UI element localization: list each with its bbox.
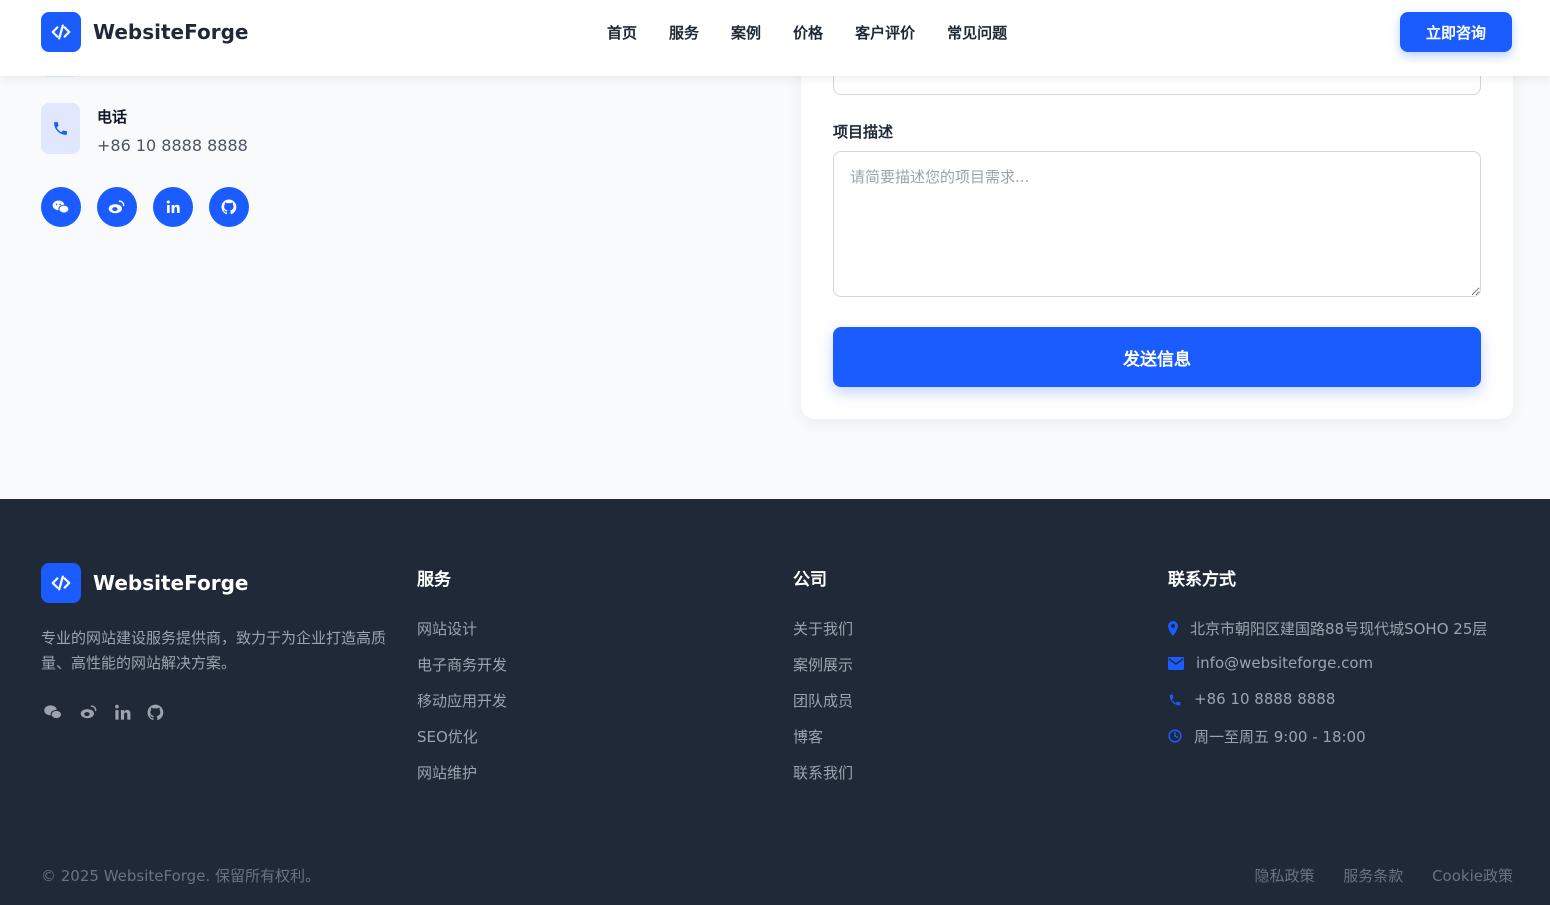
weibo-icon[interactable]	[79, 702, 99, 722]
weibo-icon[interactable]	[97, 187, 137, 227]
footer-description: 专业的网站建设服务提供商，致力于为企业打造高质量、高性能的网站解决方案。	[41, 629, 387, 672]
linkedin-icon[interactable]	[113, 702, 132, 722]
nav-faq[interactable]: 常见问题	[947, 22, 1007, 43]
footer-link-contact[interactable]: 联系我们	[793, 762, 853, 798]
cookie-policy-link[interactable]: Cookie政策	[1432, 867, 1513, 885]
github-icon[interactable]	[146, 702, 165, 722]
footer-phone: +86 10 8888 8888	[1168, 690, 1487, 726]
envelope-icon	[1168, 654, 1196, 670]
description-label: 项目描述	[833, 123, 894, 141]
github-icon[interactable]	[209, 187, 249, 227]
phone-info: 电话 +86 10 8888 8888	[41, 103, 248, 155]
footer-company-title: 公司	[793, 570, 827, 590]
legal-links: 隐私政策 服务条款 Cookie政策	[1230, 865, 1513, 886]
nav-cases[interactable]: 案例	[731, 22, 761, 43]
description-textarea[interactable]	[833, 151, 1481, 297]
footer-hours: 周一至周五 9:00 - 18:00	[1168, 726, 1487, 762]
wechat-icon[interactable]	[41, 187, 81, 227]
footer-link-cases[interactable]: 案例展示	[793, 654, 853, 690]
wechat-icon[interactable]	[41, 702, 65, 722]
code-icon	[41, 563, 81, 603]
footer-link-maintenance[interactable]: 网站维护	[417, 762, 507, 798]
phone-icon	[41, 103, 80, 154]
footer-bottom-bar: © 2025 WebsiteForge. 保留所有权利。 隐私政策 服务条款 C…	[41, 865, 1513, 886]
footer-social-links	[41, 702, 179, 722]
terms-of-service-link[interactable]: 服务条款	[1343, 867, 1403, 885]
footer-link-ecommerce[interactable]: 电子商务开发	[417, 654, 507, 690]
footer-link-mobile-app[interactable]: 移动应用开发	[417, 690, 507, 726]
nav-pricing[interactable]: 价格	[793, 22, 823, 43]
footer-link-web-design[interactable]: 网站设计	[417, 618, 507, 654]
footer-email: info@websiteforge.com	[1168, 654, 1487, 690]
phone-icon	[1168, 690, 1194, 707]
footer-link-blog[interactable]: 博客	[793, 726, 853, 762]
footer-link-seo[interactable]: SEO优化	[417, 726, 507, 762]
phone-label: 电话	[97, 108, 128, 126]
footer-contact-column: 联系方式 北京市朝阳区建国路88号现代城SOHO 25层 info@websit…	[1168, 565, 1487, 762]
footer-link-about[interactable]: 关于我们	[793, 618, 853, 654]
nav-home[interactable]: 首页	[607, 22, 637, 43]
copyright: © 2025 WebsiteForge. 保留所有权利。	[41, 867, 320, 885]
linkedin-icon[interactable]	[153, 187, 193, 227]
footer-services-title: 服务	[417, 570, 451, 590]
footer-phone-text: +86 10 8888 8888	[1194, 690, 1336, 708]
footer-brand-logo[interactable]: WebsiteForge	[41, 563, 248, 603]
footer-services-column: 服务 网站设计 电子商务开发 移动应用开发 SEO优化 网站维护	[417, 565, 507, 798]
send-message-button[interactable]: 发送信息	[833, 327, 1481, 387]
footer-address-text: 北京市朝阳区建国路88号现代城SOHO 25层	[1190, 620, 1488, 638]
consult-button[interactable]: 立即咨询	[1400, 12, 1512, 52]
nav-testimonials[interactable]: 客户评价	[855, 22, 915, 43]
footer-link-team[interactable]: 团队成员	[793, 690, 853, 726]
footer-brand-name: WebsiteForge	[93, 571, 249, 595]
site-header: WebsiteForge 首页 服务 案例 价格 客户评价 常见问题 立即咨询	[0, 0, 1550, 76]
footer-contact-title: 联系方式	[1168, 570, 1236, 590]
footer-company-column: 公司 关于我们 案例展示 团队成员 博客 联系我们	[793, 565, 853, 798]
brand-logo[interactable]: WebsiteForge	[41, 12, 248, 52]
privacy-policy-link[interactable]: 隐私政策	[1254, 867, 1314, 885]
nav-services[interactable]: 服务	[669, 22, 699, 43]
code-icon	[41, 12, 81, 52]
social-links	[41, 187, 265, 227]
clock-icon	[1168, 726, 1194, 743]
footer-hours-text: 周一至周五 9:00 - 18:00	[1194, 728, 1366, 746]
footer-email-text[interactable]: info@websiteforge.com	[1196, 654, 1373, 672]
map-marker-icon	[1168, 618, 1190, 636]
site-footer: WebsiteForge 专业的网站建设服务提供商，致力于为企业打造高质量、高性…	[0, 499, 1550, 905]
main-nav: 首页 服务 案例 价格 客户评价 常见问题	[607, 22, 1039, 43]
phone-value: +86 10 8888 8888	[97, 136, 248, 155]
footer-address: 北京市朝阳区建国路88号现代城SOHO 25层	[1168, 618, 1487, 654]
brand-name: WebsiteForge	[93, 20, 249, 44]
